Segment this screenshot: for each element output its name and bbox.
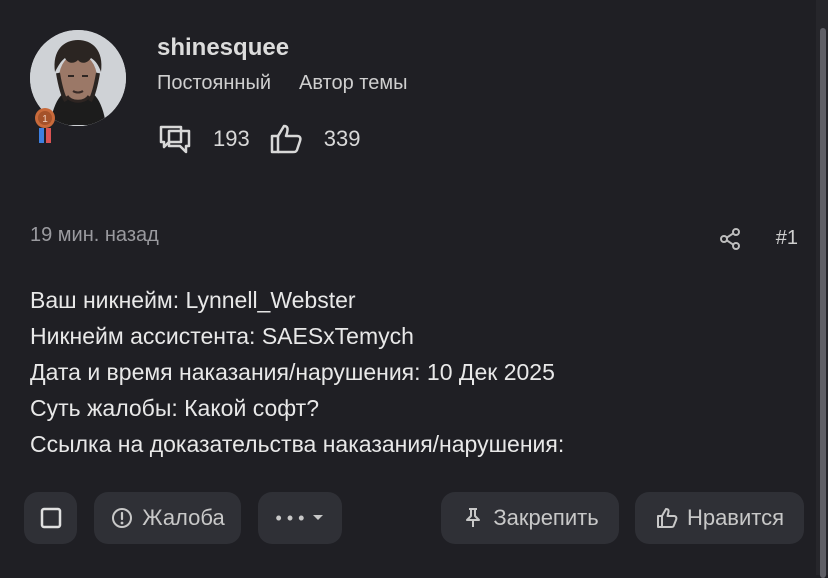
- like-label: Нравится: [686, 505, 785, 530]
- post-header: 1 shinesquee Постоянный Автор темы 193 3…: [0, 0, 816, 190]
- post-number[interactable]: #1: [776, 227, 798, 250]
- pin-icon: [466, 508, 481, 527]
- post-time[interactable]: 19 мин. назад: [30, 224, 159, 247]
- post-line: Дата и время наказания/нарушения: 10 Дек…: [30, 359, 555, 385]
- author-roles: Постоянный Автор темы: [157, 72, 407, 95]
- pin-button[interactable]: Закрепить: [441, 492, 619, 544]
- thread-author-badge: Автор темы: [299, 72, 408, 94]
- like-button[interactable]: Нравится: [635, 492, 804, 544]
- post-line: Ссылка на доказательства наказания/наруш…: [30, 431, 565, 457]
- post-meta: 19 мин. назад #1: [30, 224, 800, 254]
- checkbox-icon: [40, 507, 61, 529]
- scrollbar-thumb[interactable]: [820, 28, 826, 578]
- thumbs-up-icon: [270, 124, 302, 154]
- thumbs-up-icon: [656, 508, 678, 528]
- medal-icon: 1: [35, 108, 55, 143]
- more-label: • • •: [275, 507, 305, 528]
- pin-label: Закрепить: [493, 505, 599, 530]
- post-content: Ваш никнейм: Lynnell_Webster Никнейм асс…: [30, 282, 790, 462]
- avatar-container[interactable]: 1: [30, 30, 126, 143]
- select-checkbox[interactable]: [24, 492, 77, 544]
- post-line: Никнейм ассистента: SAESxTemych: [30, 323, 414, 349]
- post-line: Ваш никнейм: Lynnell_Webster: [30, 287, 356, 313]
- chevron-down-icon: [313, 515, 324, 520]
- more-button[interactable]: • • •: [258, 492, 342, 544]
- svg-text:1: 1: [42, 114, 48, 125]
- message-icon: [159, 125, 191, 154]
- scrollbar[interactable]: [816, 0, 828, 578]
- author-username[interactable]: shinesquee: [157, 34, 289, 62]
- post-actions: Жалоба • • • Закрепить Нравится: [24, 492, 804, 544]
- author-role: Постоянный: [157, 72, 272, 94]
- alert-circle-icon: [112, 508, 133, 528]
- author-stats: 193 339: [157, 121, 378, 157]
- post-line: Суть жалобы: Какой софт?: [30, 395, 319, 421]
- share-icon[interactable]: [718, 227, 742, 251]
- reaction-count: 339: [323, 126, 361, 151]
- report-label: Жалоба: [142, 505, 225, 530]
- report-button[interactable]: Жалоба: [94, 492, 241, 544]
- message-count: 193: [213, 126, 250, 151]
